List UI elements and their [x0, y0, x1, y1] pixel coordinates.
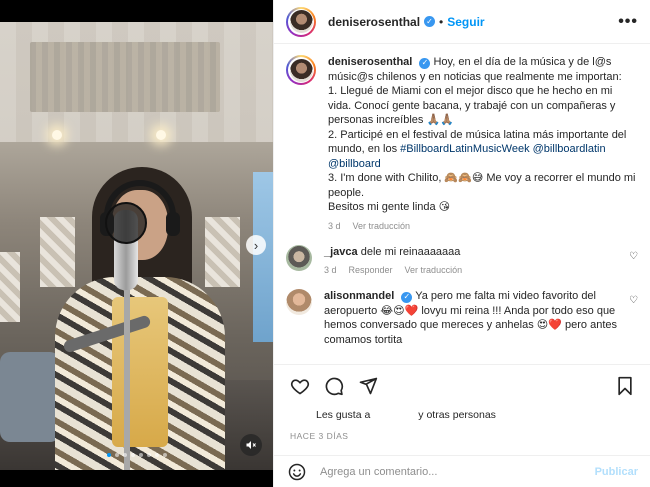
- hashtag-link[interactable]: #BillboardLatinMusicWeek: [400, 143, 529, 155]
- reply-link[interactable]: Responder: [349, 265, 393, 275]
- carousel-dot: [146, 453, 151, 457]
- caption-line: 3. I'm done with Chilito, 🙈🙈😅 Me voy a r…: [328, 172, 636, 199]
- separator: •: [439, 14, 444, 29]
- carousel-dot-active: [106, 453, 111, 457]
- follow-button[interactable]: Seguir: [447, 15, 484, 29]
- pop-filter: [105, 202, 147, 244]
- caption-meta: 3 d Ver traducción: [328, 221, 638, 231]
- acoustic-panel: [30, 42, 220, 112]
- likes-prefix: Les gusta a: [316, 409, 371, 421]
- diffuser-panel: [0, 252, 20, 322]
- diffuser-panel: [40, 217, 75, 287]
- headphone-earcup: [166, 212, 180, 236]
- comment-item: _javca dele mi reinaaaaaaa 3 d Responder…: [286, 244, 638, 275]
- verified-badge-icon: ✓: [424, 16, 436, 27]
- comment-item: alisonmandel ✓ Ya pero me falta mi video…: [286, 289, 638, 347]
- mute-button[interactable]: [240, 434, 262, 456]
- save-bookmark-icon[interactable]: [616, 376, 634, 396]
- author-username[interactable]: deniserosenthal: [328, 15, 420, 29]
- mention-link[interactable]: @billboardlatin: [533, 143, 606, 155]
- chevron-right-icon: ›: [253, 237, 259, 253]
- publish-button[interactable]: Publicar: [595, 466, 638, 478]
- window: [253, 172, 273, 342]
- carousel-dot: [154, 453, 159, 457]
- commenter-username[interactable]: _javca: [324, 246, 358, 258]
- post-sidebar: deniserosenthal ✓ • Seguir ••• deniseros…: [273, 0, 650, 487]
- comments-list[interactable]: deniserosenthal ✓ Hoy, en el día de la m…: [274, 45, 650, 363]
- comment-text: _javca dele mi reinaaaaaaa: [324, 245, 618, 260]
- translate-link[interactable]: Ver traducción: [405, 265, 463, 275]
- likes-others-link[interactable]: y otras personas: [418, 409, 496, 421]
- carousel-dot: [130, 453, 135, 457]
- chair: [0, 352, 60, 442]
- like-heart-icon[interactable]: [290, 376, 310, 396]
- translate-link[interactable]: Ver traducción: [353, 221, 411, 231]
- comment-text: alisonmandel ✓ Ya pero me falta mi video…: [324, 289, 618, 347]
- ceiling-light: [52, 130, 62, 140]
- commenter-avatar[interactable]: [286, 244, 312, 271]
- share-send-icon[interactable]: [358, 376, 378, 396]
- post-date[interactable]: HACE 3 DÍAS: [290, 431, 634, 441]
- post-media[interactable]: ›: [0, 0, 273, 487]
- author-avatar[interactable]: [286, 6, 316, 37]
- verified-badge-icon: ✓: [419, 57, 431, 69]
- speaker-muted-icon: [246, 441, 256, 449]
- comment-time[interactable]: 3 d: [324, 265, 337, 275]
- post-header: deniserosenthal ✓ • Seguir •••: [274, 0, 650, 44]
- action-icons: [290, 373, 634, 399]
- diffuser-panel: [205, 217, 240, 287]
- like-comment-heart-icon[interactable]: ♡: [629, 251, 638, 262]
- carousel-dots: [0, 453, 273, 457]
- next-slide-button[interactable]: ›: [246, 235, 266, 255]
- emoji-icon[interactable]: [288, 463, 306, 481]
- caption-time[interactable]: 3 d: [328, 221, 341, 231]
- carousel-dot: [114, 453, 119, 457]
- more-options-icon[interactable]: •••: [618, 13, 638, 31]
- like-comment-heart-icon[interactable]: ♡: [629, 295, 638, 306]
- comment-input[interactable]: [320, 465, 595, 478]
- caption-text: deniserosenthal ✓ Hoy, en el día de la m…: [328, 55, 638, 215]
- caption-line: 1. Llegué de Miami con el mejor disco qu…: [328, 85, 616, 126]
- comment-icon[interactable]: [324, 376, 344, 396]
- commenter-avatar[interactable]: [286, 289, 312, 315]
- post-actions: Les gusta a y otras personas HACE 3 DÍAS: [274, 364, 650, 441]
- caption-username[interactable]: deniserosenthal: [328, 56, 412, 68]
- carousel-dot: [162, 453, 167, 457]
- caption: deniserosenthal ✓ Hoy, en el día de la m…: [286, 55, 638, 231]
- comment-composer: Publicar: [274, 455, 650, 487]
- video-frame: [0, 22, 273, 470]
- caption-line: Besitos mi gente linda 😘: [328, 201, 451, 213]
- mention-link[interactable]: @billboard: [328, 158, 381, 170]
- carousel-dot: [122, 453, 127, 457]
- carousel-dot: [138, 453, 143, 457]
- commenter-username[interactable]: alisonmandel: [324, 290, 394, 302]
- comment-meta: 3 d Responder Ver traducción: [324, 265, 618, 275]
- likes-summary: Les gusta a y otras personas: [290, 409, 634, 421]
- verified-badge-icon: ✓: [401, 291, 413, 303]
- comment-body: dele mi reinaaaaaaa: [360, 245, 461, 258]
- caption-avatar[interactable]: [286, 55, 316, 85]
- instagram-post-modal: › deniserosenthal ✓ • Seguir ••• deniser…: [0, 0, 650, 487]
- ceiling-light: [156, 130, 166, 140]
